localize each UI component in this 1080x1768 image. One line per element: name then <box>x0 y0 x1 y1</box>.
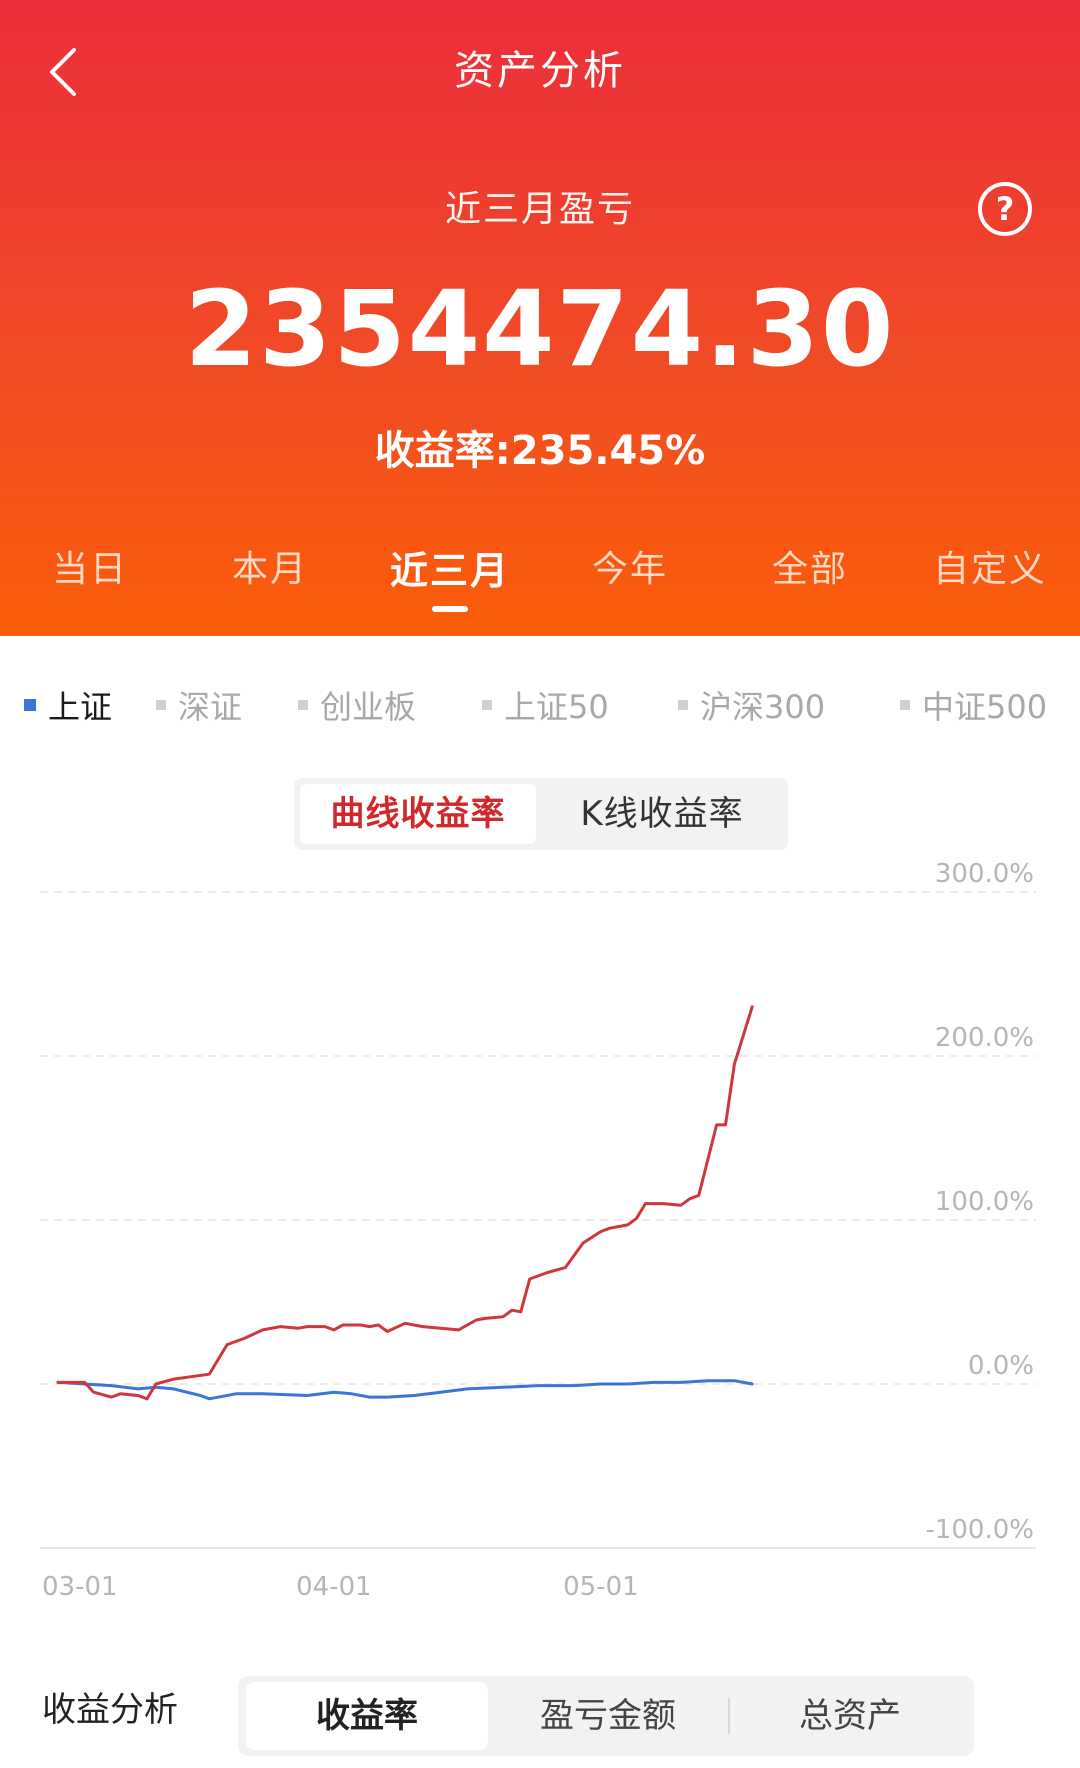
tab-custom[interactable]: 自定义 <box>900 540 1080 592</box>
legend-square <box>678 700 688 710</box>
y-tick-label: 0.0% <box>968 1351 1034 1381</box>
curve-yield-button[interactable]: 曲线收益率 <box>300 784 536 844</box>
kline-yield-button[interactable]: K线收益率 <box>542 784 782 844</box>
x-tick-label: 04-01 <box>296 1572 372 1602</box>
index-selector: 上证 深证 创业板 上证50 沪深300 中证500 <box>0 682 1080 732</box>
segment-pl-amount[interactable]: 盈亏金额 <box>492 1682 724 1750</box>
analysis-segment: 收益率 盈亏金额 总资产 <box>238 1676 974 1756</box>
header: 资产分析 近三月盈亏 ? 2354474.30 收益率:235.45% 当日 本… <box>0 0 1080 636</box>
x-tick-label: 03-01 <box>42 1572 118 1602</box>
tab-last-three-months[interactable]: 近三月 <box>360 540 540 595</box>
period-pl-label: 近三月盈亏 <box>444 189 635 230</box>
legend-square <box>24 699 36 711</box>
tab-today[interactable]: 当日 <box>0 540 180 592</box>
segment-divider <box>728 1698 730 1734</box>
index-label: 中证500 <box>922 688 1048 726</box>
legend-square <box>298 700 308 710</box>
y-tick-label: 100.0% <box>935 1187 1034 1217</box>
legend-square <box>900 700 910 710</box>
svg-text:?: ? <box>996 190 1015 228</box>
index-sse50[interactable]: 上证50 <box>482 682 609 728</box>
index-sse[interactable]: 上证 <box>24 682 112 728</box>
index-label: 上证 <box>48 688 113 726</box>
yield-chart: 300.0% 200.0% 100.0% 0.0% -100.0% 03-01 04-01 0… <box>40 859 1036 1602</box>
legend-square <box>156 700 166 710</box>
portfolio-yield-line <box>56 1005 754 1401</box>
analysis-bar: 收益分析 收益率 盈亏金额 总资产 <box>0 1660 1080 1768</box>
page-title: 资产分析 <box>454 48 626 94</box>
x-tick-label: 05-01 <box>563 1572 639 1602</box>
pl-amount: 2354474.30 <box>184 268 896 390</box>
index-chinext[interactable]: 创业板 <box>298 682 416 728</box>
index-csi500[interactable]: 中证500 <box>900 682 1047 728</box>
active-tab-indicator <box>432 606 468 612</box>
index-csi300[interactable]: 沪深300 <box>678 682 825 728</box>
tab-this-year[interactable]: 今年 <box>540 540 720 592</box>
index-label: 上证50 <box>504 688 609 726</box>
index-label: 创业板 <box>320 688 417 726</box>
analysis-label: 收益分析 <box>42 1690 178 1730</box>
y-tick-label: 200.0% <box>935 1023 1034 1053</box>
period-tabs: 当日 本月 近三月 今年 全部 自定义 <box>0 540 1080 620</box>
segment-yield[interactable]: 收益率 <box>246 1682 488 1750</box>
y-tick-label: 300.0% <box>935 859 1034 889</box>
tab-this-month[interactable]: 本月 <box>180 540 360 592</box>
legend-square <box>482 700 492 710</box>
tab-all[interactable]: 全部 <box>720 540 900 592</box>
index-label: 深证 <box>178 688 243 726</box>
y-tick-label: -100.0% <box>925 1515 1034 1545</box>
index-szse[interactable]: 深证 <box>156 682 242 728</box>
segment-total-assets[interactable]: 总资产 <box>734 1682 966 1750</box>
yield-rate: 收益率:235.45% <box>374 428 706 474</box>
index-label: 沪深300 <box>700 688 826 726</box>
question-circle-icon[interactable]: ? <box>976 180 1034 238</box>
